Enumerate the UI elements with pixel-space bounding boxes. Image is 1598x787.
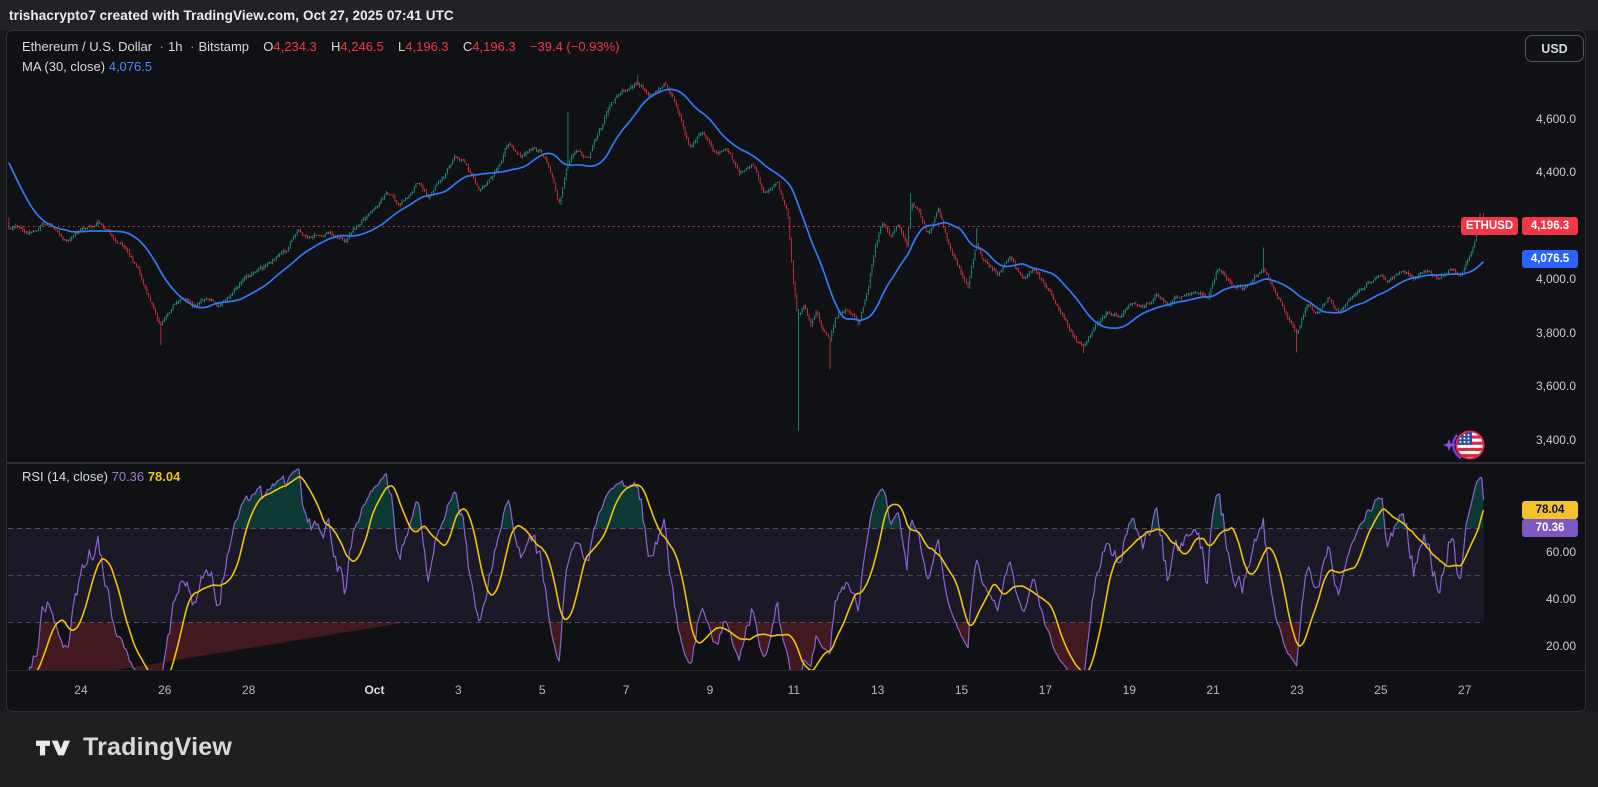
price-tick-label: 3,600.0 bbox=[1492, 378, 1582, 394]
time-tick-label: 27 bbox=[1458, 682, 1471, 698]
rsi-ma-tag: 78.04 bbox=[1522, 501, 1578, 519]
pane-divider[interactable] bbox=[7, 462, 1586, 464]
ma-price-text: 4,076.5 bbox=[1531, 253, 1569, 265]
rsi-value-text: 70.36 bbox=[1536, 522, 1565, 534]
time-tick-label: 26 bbox=[158, 682, 171, 698]
time-axis-divider bbox=[7, 670, 1586, 671]
ohlc-close-label: C bbox=[463, 39, 472, 54]
rsi-legend: RSI (14, close) 70.36 78.04 bbox=[22, 469, 180, 484]
currency-button-label: USD bbox=[1541, 42, 1567, 56]
currency-button[interactable]: USD bbox=[1525, 35, 1584, 62]
tradingview-wordmark: TradingView bbox=[83, 733, 232, 762]
ma-line bbox=[9, 89, 1484, 328]
price-tick-label: 3,400.0 bbox=[1492, 432, 1582, 448]
rsi-value-tag: 70.36 bbox=[1522, 519, 1578, 537]
ma-legend: MA (30, close) 4,076.5 bbox=[22, 59, 152, 74]
ma-price-tag: 4,076.5 bbox=[1522, 250, 1578, 268]
price-tick-label: 4,400.0 bbox=[1492, 164, 1582, 180]
rsi-ma-text: 78.04 bbox=[1536, 504, 1565, 516]
price-tick-label: 4,000.0 bbox=[1492, 271, 1582, 287]
symbol-tag-text: ETHUSD bbox=[1466, 220, 1513, 232]
time-tick-label: 17 bbox=[1039, 682, 1052, 698]
ohlc-high-value: 4,246.5 bbox=[340, 39, 383, 54]
ohlc-high-label: H bbox=[331, 39, 340, 54]
ohlc-low-value: 4,196.3 bbox=[405, 39, 448, 54]
price-chart-canvas[interactable] bbox=[8, 30, 1484, 462]
time-tick-label: 23 bbox=[1290, 682, 1303, 698]
change-value: −39.4 (−0.93%) bbox=[530, 39, 620, 54]
attribution-bar: trishacrypto7 created with TradingView.c… bbox=[0, 0, 1598, 30]
ma-legend-label: MA (30, close) bbox=[22, 59, 105, 74]
interval-label: 1h bbox=[168, 39, 182, 54]
attribution-text: trishacrypto7 created with TradingView.c… bbox=[0, 8, 454, 23]
rsi-tick-label: 20.00 bbox=[1492, 638, 1582, 654]
time-tick-label: 11 bbox=[788, 682, 800, 698]
time-tick-label: 25 bbox=[1374, 682, 1387, 698]
ma-legend-value: 4,076.5 bbox=[109, 59, 152, 74]
price-tick-label: 4,600.0 bbox=[1492, 111, 1582, 127]
price-tick-label: 3,800.0 bbox=[1492, 325, 1582, 341]
ohlc-open-value: 4,234.3 bbox=[273, 39, 316, 54]
symbol-title: Ethereum / U.S. Dollar bbox=[22, 39, 152, 54]
time-tick-label: 24 bbox=[74, 682, 87, 698]
symbol-price-tag: ETHUSD bbox=[1461, 217, 1518, 235]
tradingview-logo[interactable]: TradingView bbox=[36, 733, 232, 762]
time-tick-label: Oct bbox=[364, 682, 384, 698]
tradingview-mark-icon bbox=[36, 734, 70, 762]
last-price-tag: 4,196.3 bbox=[1522, 217, 1578, 235]
last-price-text: 4,196.3 bbox=[1531, 220, 1569, 232]
ohlc-close-value: 4,196.3 bbox=[472, 39, 515, 54]
price-pane[interactable] bbox=[8, 30, 1484, 462]
footer-bar bbox=[0, 712, 1598, 787]
rsi-legend-label: RSI (14, close) bbox=[22, 469, 108, 484]
time-tick-label: 21 bbox=[1206, 682, 1219, 698]
rsi-tick-label: 40.00 bbox=[1492, 591, 1582, 607]
symbol-legend: Ethereum / U.S. Dollar ·1h ·Bitstamp O4,… bbox=[22, 39, 620, 54]
rsi-pane[interactable] bbox=[8, 465, 1484, 670]
legend-separator2: · bbox=[186, 39, 198, 54]
rsi-value: 70.36 bbox=[112, 469, 145, 484]
time-tick-label: 13 bbox=[871, 682, 884, 698]
ohlc-open-label: O bbox=[263, 39, 273, 54]
time-tick-label: 15 bbox=[955, 682, 968, 698]
us-flag-icon bbox=[1440, 426, 1492, 464]
time-tick-label: 5 bbox=[539, 682, 546, 698]
exchange-label: Bitstamp bbox=[198, 39, 249, 54]
us-flag-avatar-watermark bbox=[1440, 426, 1492, 464]
time-tick-label: 19 bbox=[1123, 682, 1136, 698]
time-tick-label: 7 bbox=[623, 682, 630, 698]
time-tick-label: 3 bbox=[455, 682, 462, 698]
legend-separator: · bbox=[156, 39, 168, 54]
rsi-tick-label: 60.00 bbox=[1492, 544, 1582, 560]
time-tick-label: 9 bbox=[707, 682, 714, 698]
rsi-ma-value: 78.04 bbox=[148, 469, 181, 484]
rsi-chart-canvas[interactable] bbox=[8, 465, 1484, 670]
time-tick-label: 28 bbox=[242, 682, 255, 698]
